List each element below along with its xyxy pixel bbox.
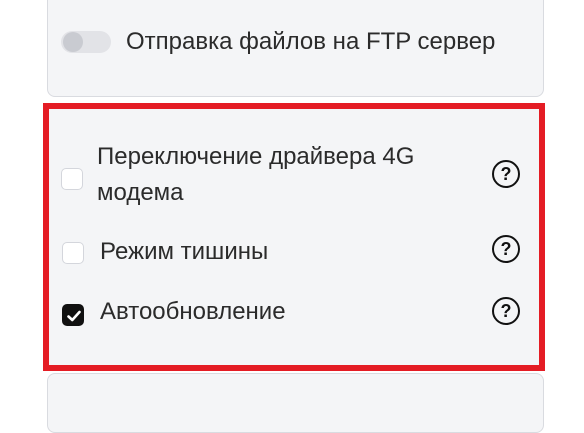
question-circle-icon[interactable]: ? xyxy=(491,159,521,189)
silent-mode-label: Режим тишины xyxy=(100,238,269,265)
question-circle-icon[interactable]: ? xyxy=(491,296,521,326)
svg-text:?: ? xyxy=(501,239,512,259)
auto-update-checkbox[interactable] xyxy=(62,304,84,326)
question-circle-icon[interactable]: ? xyxy=(491,234,521,264)
ftp-upload-toggle[interactable] xyxy=(61,31,111,53)
toggle-knob xyxy=(63,32,83,52)
svg-text:?: ? xyxy=(501,301,512,321)
modem-driver-switch-label: Переключение драйвера 4G модема xyxy=(97,143,415,206)
checkmark-icon xyxy=(67,310,81,322)
auto-update-label: Автообновление xyxy=(100,298,286,325)
svg-text:?: ? xyxy=(501,164,512,184)
ftp-upload-label: Отправка файлов на FTP сервер xyxy=(126,28,496,55)
silent-mode-checkbox[interactable] xyxy=(62,242,84,264)
next-card xyxy=(47,373,544,433)
modem-driver-switch-checkbox[interactable] xyxy=(61,168,83,190)
